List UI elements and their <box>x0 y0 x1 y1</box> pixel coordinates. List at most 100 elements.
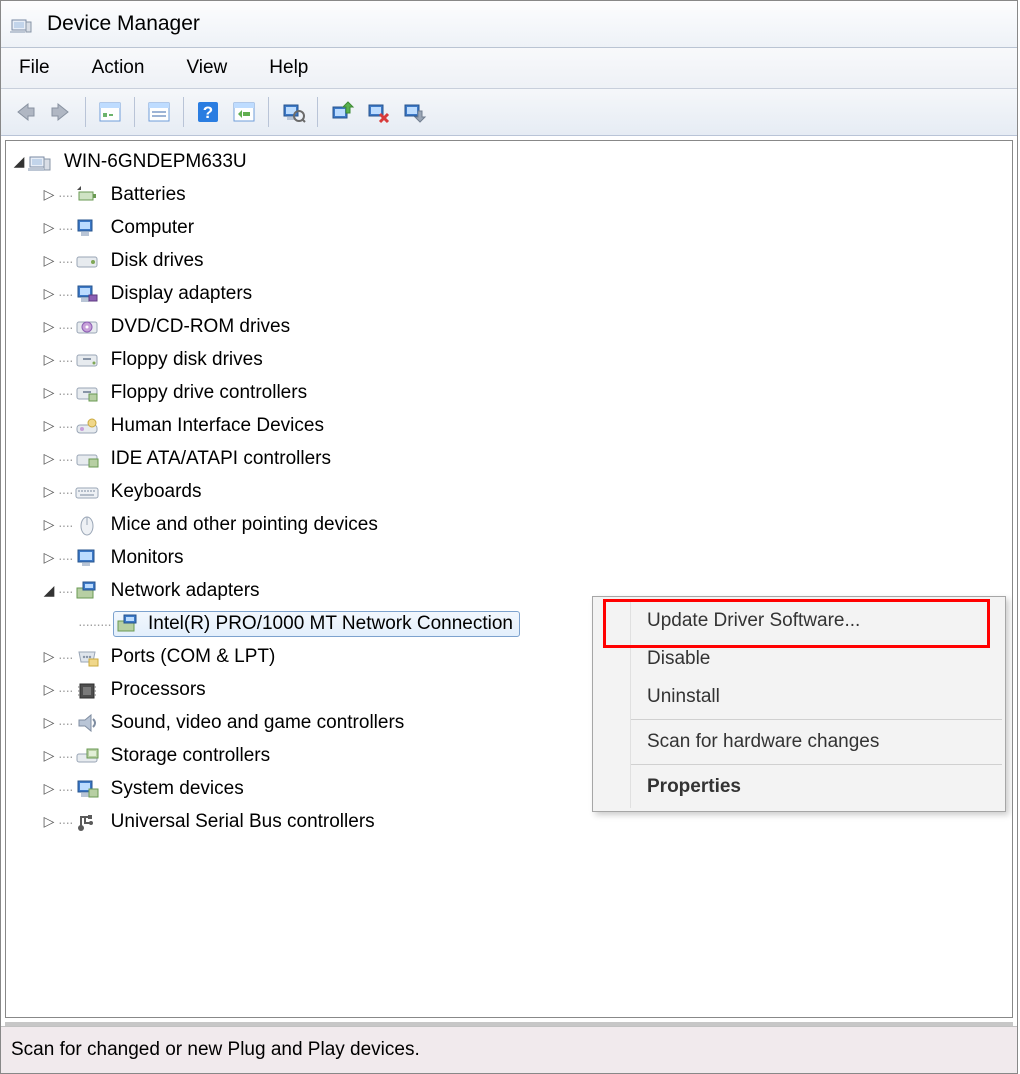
expand-collapse-glyph-icon[interactable]: ▷ <box>42 549 56 566</box>
category-icon <box>75 646 99 668</box>
forward-button[interactable] <box>45 96 77 128</box>
toolbar-separator <box>317 97 318 127</box>
menu-help[interactable]: Help <box>257 54 320 82</box>
toolbar-separator <box>134 97 135 127</box>
expand-collapse-glyph-icon[interactable]: ▷ <box>42 450 56 467</box>
tree-node[interactable]: ▷····Disk drives <box>8 244 1010 277</box>
tree-node[interactable]: ▷····Mice and other pointing devices <box>8 508 1010 541</box>
tree-node[interactable]: ▷····Floppy drive controllers <box>8 376 1010 409</box>
status-bar: Scan for changed or new Plug and Play de… <box>1 1026 1017 1073</box>
svg-text:?: ? <box>203 103 213 122</box>
tree-connector: ···· <box>58 451 73 467</box>
action-pane-button[interactable] <box>228 96 260 128</box>
tree-node-label: Network adapters <box>109 580 262 602</box>
context-uninstall[interactable]: Uninstall <box>631 678 1002 716</box>
help-button[interactable]: ? <box>192 96 224 128</box>
tree-node[interactable]: ▷····Computer <box>8 211 1010 244</box>
expand-collapse-glyph-icon[interactable]: ▷ <box>42 714 56 731</box>
tree-connector: ···· <box>58 418 73 434</box>
category-icon <box>75 316 99 338</box>
category-icon <box>75 481 99 503</box>
expand-collapse-glyph-icon[interactable]: ▷ <box>42 483 56 500</box>
expand-collapse-glyph-icon[interactable]: ▷ <box>42 318 56 335</box>
category-icon <box>75 217 99 239</box>
tree-node[interactable]: ▷···· Monitors <box>8 541 1010 574</box>
tree-connector: ···· <box>58 781 73 797</box>
category-icon <box>75 811 99 833</box>
expand-collapse-glyph-icon[interactable]: ▷ <box>42 516 56 533</box>
expand-collapse-glyph-icon[interactable]: ◢ <box>42 582 56 599</box>
update-driver-button[interactable] <box>326 96 358 128</box>
category-icon <box>75 712 99 734</box>
tree-node-label: Display adapters <box>109 283 255 305</box>
context-update-driver[interactable]: Update Driver Software... <box>631 602 1002 640</box>
expand-collapse-glyph-icon[interactable]: ▷ <box>42 351 56 368</box>
tree-node-label: Monitors <box>109 547 186 569</box>
tree-node-label: Keyboards <box>109 481 204 503</box>
category-icon <box>75 382 99 404</box>
back-button[interactable] <box>9 96 41 128</box>
tree-root-label: WIN-6GNDEPM633U <box>62 151 249 173</box>
scan-hardware-button[interactable] <box>277 96 309 128</box>
expand-collapse-glyph-icon[interactable]: ▷ <box>42 384 56 401</box>
tree-node[interactable]: ▷····DVD/CD-ROM drives <box>8 310 1010 343</box>
tree-node-label: IDE ATA/ATAPI controllers <box>109 448 333 470</box>
tree-node-label: Human Interface Devices <box>109 415 326 437</box>
disable-button[interactable] <box>398 96 430 128</box>
tree-node[interactable]: ▷···· Display adapters <box>8 277 1010 310</box>
tree-node-label: Batteries <box>109 184 188 206</box>
menu-view[interactable]: View <box>174 54 239 82</box>
tree-node-label: DVD/CD-ROM drives <box>109 316 292 338</box>
tree-node-label: Storage controllers <box>109 745 272 767</box>
menu-bar: File Action View Help <box>1 48 1017 89</box>
tree-node[interactable]: ▷····Floppy disk drives <box>8 343 1010 376</box>
tree-node-label: System devices <box>109 778 246 800</box>
tree-node[interactable]: ▷···· Batteries <box>8 178 1010 211</box>
expand-collapse-glyph-icon[interactable]: ▷ <box>42 285 56 302</box>
tree-node-label: Intel(R) PRO/1000 MT Network Connection <box>146 613 515 635</box>
network-adapter-icon <box>116 613 140 635</box>
category-icon <box>75 514 99 536</box>
device-manager-icon <box>9 14 33 34</box>
expand-collapse-glyph-icon[interactable]: ▷ <box>42 219 56 236</box>
context-menu: Update Driver Software... Disable Uninst… <box>592 596 1006 812</box>
show-hide-console-tree-button[interactable] <box>94 96 126 128</box>
tree-connector: ···· <box>58 583 73 599</box>
context-properties[interactable]: Properties <box>631 768 1002 806</box>
category-icon <box>75 580 99 602</box>
menu-action[interactable]: Action <box>80 54 157 82</box>
device-manager-window: Device Manager File Action View Help ? <box>0 0 1018 1074</box>
tree-node[interactable]: ▷···· IDE ATA/ATAPI controllers <box>8 442 1010 475</box>
uninstall-button[interactable] <box>362 96 394 128</box>
tree-connector: ···· <box>58 286 73 302</box>
context-disable[interactable]: Disable <box>631 640 1002 678</box>
toolbar: ? <box>1 89 1017 136</box>
context-scan-hardware[interactable]: Scan for hardware changes <box>631 723 1002 761</box>
properties-button[interactable] <box>143 96 175 128</box>
expand-collapse-glyph-icon[interactable]: ▷ <box>42 186 56 203</box>
expand-collapse-glyph-icon[interactable]: ▷ <box>42 648 56 665</box>
title-bar: Device Manager <box>1 1 1017 48</box>
tree-root[interactable]: ◢ WIN-6GNDEPM633U <box>8 145 1010 178</box>
category-icon <box>75 679 99 701</box>
expand-collapse-glyph-icon[interactable]: ◢ <box>12 153 26 170</box>
expand-collapse-glyph-icon[interactable]: ▷ <box>42 813 56 830</box>
toolbar-separator <box>268 97 269 127</box>
tree-connector: ···· <box>58 187 73 203</box>
tree-connector: ···· <box>58 682 73 698</box>
menu-file[interactable]: File <box>7 54 62 82</box>
expand-collapse-glyph-icon[interactable]: ▷ <box>42 681 56 698</box>
expand-collapse-glyph-icon[interactable]: ▷ <box>42 780 56 797</box>
tree-node-label: Floppy disk drives <box>109 349 265 371</box>
category-icon <box>75 415 99 437</box>
expand-collapse-glyph-icon[interactable]: ▷ <box>42 252 56 269</box>
tree-connector: ···· <box>58 550 73 566</box>
tree-node[interactable]: ▷···· Human Interface Devices <box>8 409 1010 442</box>
expand-collapse-glyph-icon[interactable]: ▷ <box>42 747 56 764</box>
expand-collapse-glyph-icon[interactable]: ▷ <box>42 417 56 434</box>
toolbar-separator <box>85 97 86 127</box>
category-icon <box>75 349 99 371</box>
tree-node[interactable]: ▷····Keyboards <box>8 475 1010 508</box>
tree-connector: ········· <box>78 616 111 632</box>
window-title: Device Manager <box>47 12 200 36</box>
